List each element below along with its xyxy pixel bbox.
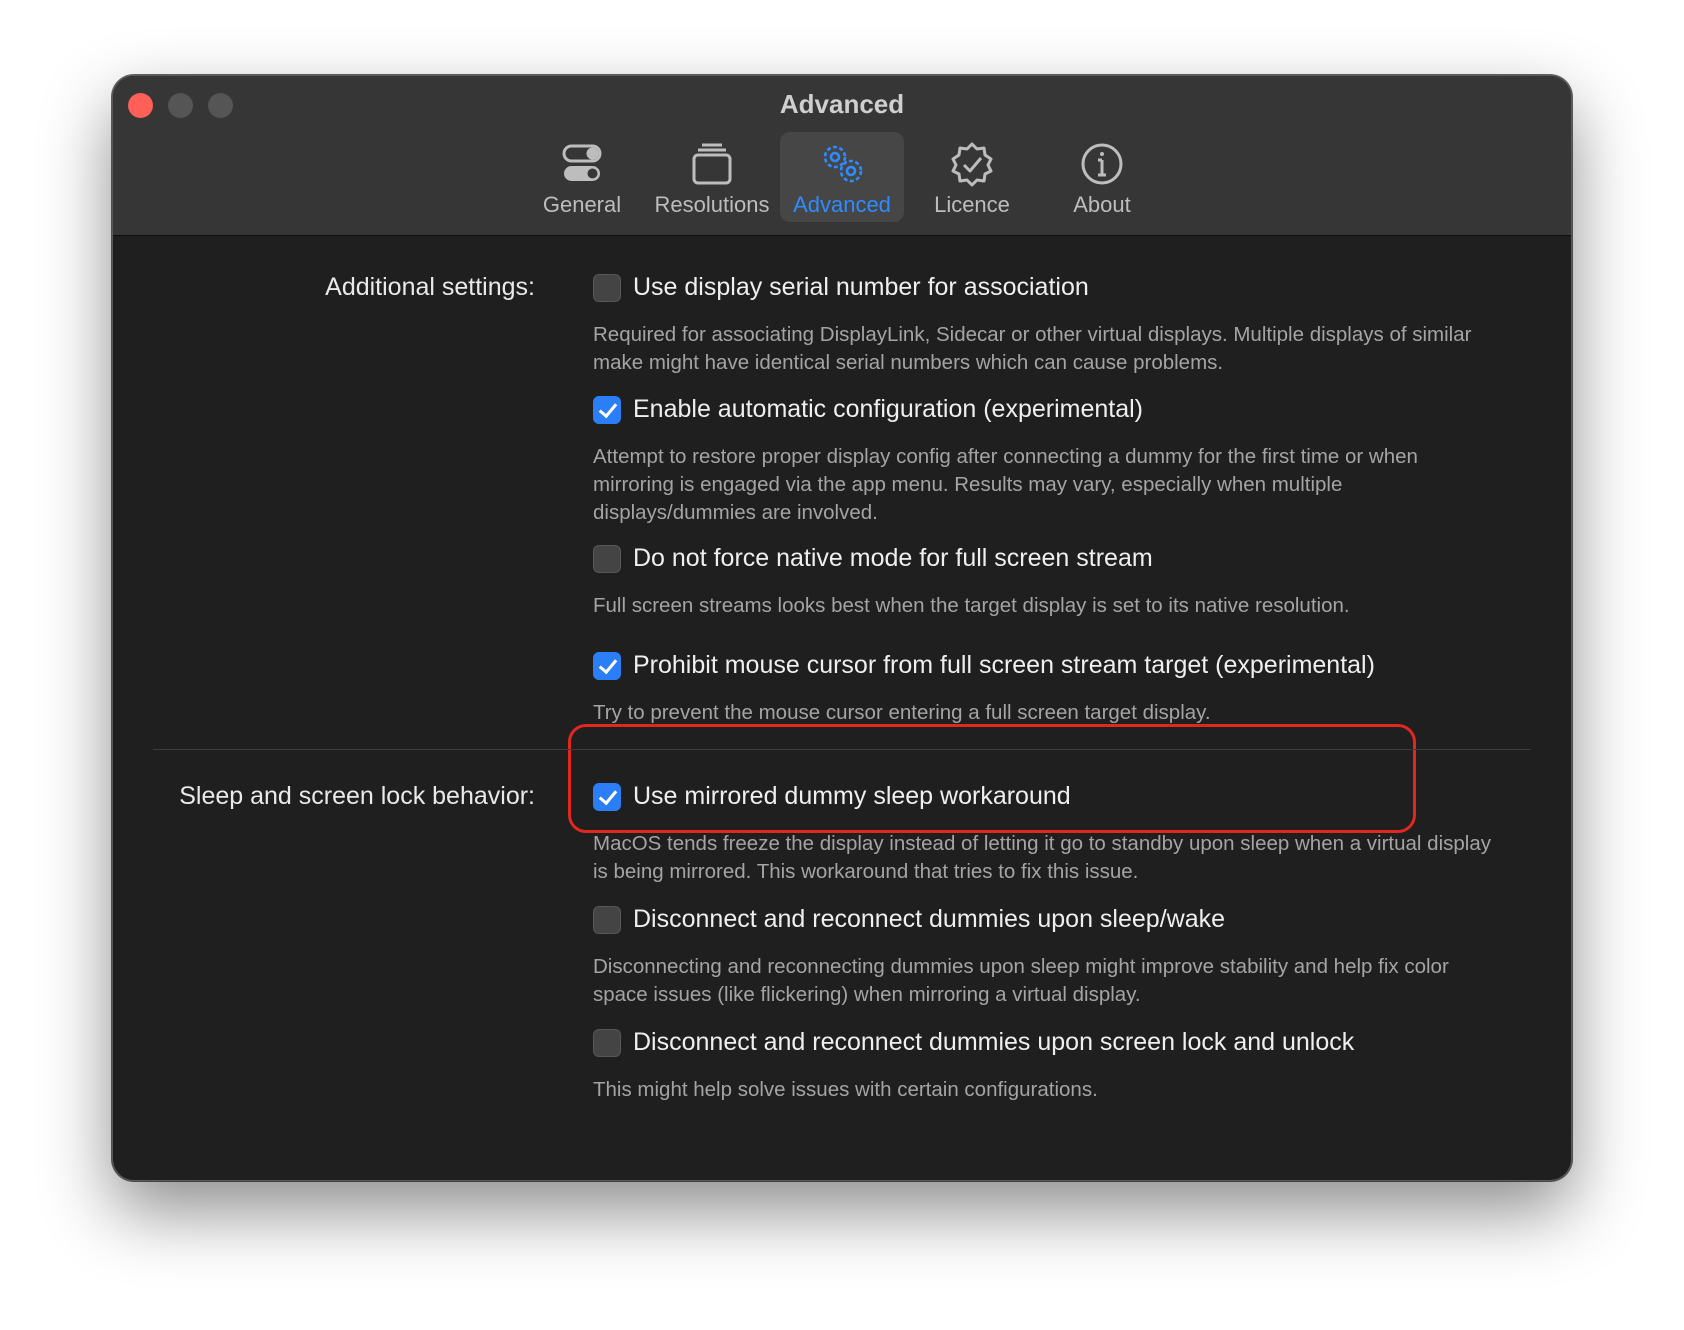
serial-number-checkbox[interactable] xyxy=(593,273,621,302)
checkmark-seal-icon xyxy=(951,142,993,187)
automatic-configuration-description: Attempt to restore proper display config… xyxy=(593,445,1418,524)
tab-advanced[interactable]: Advanced xyxy=(780,132,904,222)
serial-number-label: Use display serial number for associatio… xyxy=(633,273,1089,301)
tab-about[interactable]: About xyxy=(1040,132,1164,222)
mirrored-sleep-workaround-checkbox[interactable] xyxy=(593,782,621,811)
preferences-window: Advanced General Resolutions Advanced Li… xyxy=(112,75,1572,1181)
option-reconnect-screen-lock[interactable]: Disconnect and reconnect dummies upon sc… xyxy=(593,1028,1354,1057)
native-mode-label: Do not force native mode for full screen… xyxy=(633,544,1153,572)
section-divider xyxy=(153,749,1531,750)
tab-licence[interactable]: Licence xyxy=(910,132,1034,222)
reconnect-screen-lock-label: Disconnect and reconnect dummies upon sc… xyxy=(633,1028,1355,1056)
prohibit-mouse-cursor-checkbox[interactable] xyxy=(593,651,621,680)
prohibit-mouse-cursor-label: Prohibit mouse cursor from full screen s… xyxy=(633,651,1375,679)
toggles-icon xyxy=(562,144,602,181)
stacked-windows-icon xyxy=(692,143,732,185)
info-circle-icon xyxy=(1081,143,1123,185)
prohibit-mouse-cursor-description: Try to prevent the mouse cursor entering… xyxy=(593,701,1211,724)
sleep-behavior-label: Sleep and screen lock behavior: xyxy=(179,782,535,810)
tab-resolutions[interactable]: Resolutions xyxy=(650,132,774,222)
option-prohibit-mouse-cursor[interactable]: Prohibit mouse cursor from full screen s… xyxy=(593,651,1375,680)
reconnect-sleep-wake-checkbox[interactable] xyxy=(593,905,621,934)
tab-licence-label: Licence xyxy=(934,192,1010,217)
mirrored-sleep-workaround-label: Use mirrored dummy sleep workaround xyxy=(633,782,1071,810)
option-reconnect-sleep-wake[interactable]: Disconnect and reconnect dummies upon sl… xyxy=(593,905,1225,934)
mirrored-sleep-workaround-description: MacOS tends freeze the display instead o… xyxy=(593,832,1491,883)
option-mirrored-sleep-workaround[interactable]: Use mirrored dummy sleep workaround xyxy=(593,782,1071,811)
reconnect-sleep-wake-description: Disconnecting and reconnecting dummies u… xyxy=(593,955,1449,1006)
tab-advanced-label: Advanced xyxy=(793,192,891,217)
native-mode-description: Full screen streams looks best when the … xyxy=(593,594,1350,617)
tab-resolutions-label: Resolutions xyxy=(654,192,770,217)
titlebar: Advanced General Resolutions Advanced Li… xyxy=(113,76,1571,236)
additional-settings-label: Additional settings: xyxy=(325,273,535,301)
reconnect-screen-lock-description: This might help solve issues with certai… xyxy=(593,1078,1098,1101)
tab-general[interactable]: General xyxy=(520,132,644,222)
serial-number-description: Required for associating DisplayLink, Si… xyxy=(593,323,1472,374)
gears-icon xyxy=(823,145,863,183)
window-title: Advanced xyxy=(779,89,905,119)
reconnect-screen-lock-checkbox[interactable] xyxy=(593,1028,621,1057)
tab-general-label: General xyxy=(542,192,622,217)
preferences-toolbar: General Resolutions Advanced Licence Abo… xyxy=(113,132,1571,224)
settings-content: Additional settings: Use display serial … xyxy=(113,237,1571,1180)
native-mode-checkbox[interactable] xyxy=(593,544,621,573)
automatic-configuration-checkbox[interactable] xyxy=(593,395,621,424)
option-serial-number[interactable]: Use display serial number for associatio… xyxy=(593,273,1089,302)
option-native-mode[interactable]: Do not force native mode for full screen… xyxy=(593,544,1153,573)
highlight-annotation xyxy=(568,724,1416,833)
tab-about-label: About xyxy=(1073,192,1131,217)
automatic-configuration-label: Enable automatic configuration (experime… xyxy=(633,395,1143,423)
reconnect-sleep-wake-label: Disconnect and reconnect dummies upon sl… xyxy=(633,905,1226,933)
option-automatic-configuration[interactable]: Enable automatic configuration (experime… xyxy=(593,395,1143,424)
